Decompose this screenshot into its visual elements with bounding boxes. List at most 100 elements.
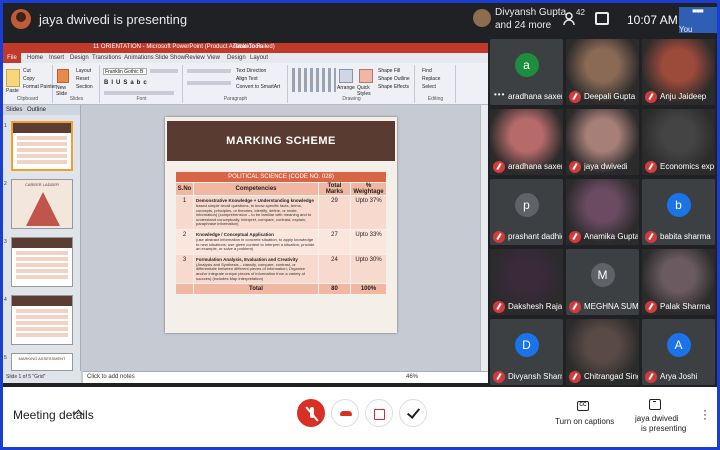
participant-tile[interactable]: Deepali Gupta (566, 39, 639, 105)
participant-tile[interactable]: Chitrangad Singh (566, 319, 639, 385)
align-buttons[interactable] (187, 81, 231, 85)
participant-tile[interactable]: Anju Jaideep (642, 39, 715, 105)
header-sno: S.No (175, 182, 194, 196)
copy-button[interactable]: Copy (23, 76, 35, 82)
more-options-icon[interactable]: · · · (703, 404, 707, 424)
notes-pane[interactable]: Click to add notes 46% (83, 371, 488, 383)
vertical-scrollbar[interactable] (480, 105, 488, 371)
list-buttons[interactable] (187, 69, 231, 73)
shape-effects-button[interactable]: Shape Effects (378, 84, 409, 90)
captions-label[interactable]: Turn on captions (555, 417, 614, 426)
tab-file[interactable]: File (3, 53, 21, 63)
thumbnail-title: CAREER LADDER (24, 182, 59, 187)
section-button[interactable]: Section (76, 84, 93, 90)
participant-more: and 24 more (495, 20, 552, 31)
font-color-row[interactable] (104, 91, 174, 95)
chat-icon[interactable] (595, 12, 609, 25)
participant-tile[interactable]: D Divyansh Sharma (490, 319, 563, 385)
tab-slides[interactable]: Slides (6, 107, 22, 113)
people-count: 42 (576, 8, 585, 17)
presenting-label-2[interactable]: is presenting (641, 424, 686, 433)
participant-tile[interactable]: Palak Sharma (642, 249, 715, 315)
slide-thumbnail-5[interactable]: MARKING ASSESSMENT (11, 353, 73, 371)
cell-marks: 27 (318, 228, 351, 255)
mic-off-icon (493, 301, 505, 313)
slide-thumbnail-3[interactable] (11, 237, 73, 287)
participant-name: Deepali Gupta (584, 92, 636, 101)
participant-name: Chitrangad Singh (584, 372, 638, 381)
cell-sno: 2 (175, 228, 194, 255)
tab-review[interactable]: Review (185, 55, 205, 61)
select-button[interactable]: Select (422, 84, 436, 90)
shapes-gallery[interactable] (292, 68, 336, 92)
tab-transitions[interactable]: Transitions (92, 55, 121, 61)
slide-thumbnail-4[interactable] (11, 295, 73, 345)
mic-off-button[interactable] (297, 399, 325, 427)
tab-layout[interactable]: Layout (250, 55, 268, 61)
check-icon[interactable] (399, 399, 427, 427)
table-row: 1 Demonstrative Knowledge + Understandin… (175, 195, 387, 230)
participant-name: aradhana saxena (508, 162, 562, 171)
tab-outline[interactable]: Outline (27, 107, 46, 113)
mic-off-icon (645, 231, 657, 243)
tab-view[interactable]: View (207, 55, 220, 61)
tab-home[interactable]: Home (27, 55, 43, 61)
presenter-avatar (11, 9, 31, 29)
header-weightage: % Weightage (350, 182, 387, 196)
align-text-button[interactable]: Align Text (236, 76, 258, 82)
layout-button[interactable]: Layout (76, 68, 91, 74)
new-slide-icon[interactable] (57, 69, 69, 83)
captions-icon[interactable]: CC (577, 401, 589, 411)
table-tools-label: Table Tools (233, 44, 263, 50)
participant-tile[interactable]: b babita sharma (642, 179, 715, 245)
replace-button[interactable]: Replace (422, 76, 440, 82)
cell-competency: Knowledge / Conceptual Application (use a… (193, 228, 319, 255)
quick-styles-icon[interactable] (359, 69, 373, 83)
font-name-field[interactable]: Franklin Gothic B (103, 68, 147, 75)
paste-icon[interactable] (6, 69, 20, 87)
tab-insert[interactable]: Insert (49, 55, 64, 61)
tab-slide-show[interactable]: Slide Show (155, 55, 185, 61)
clock: 10:07 AM (627, 13, 678, 27)
slide-thumbnail-1[interactable] (11, 121, 73, 171)
header-competencies: Competencies (193, 182, 319, 196)
camera-button[interactable] (365, 399, 393, 427)
participant-tile[interactable]: Anamika Gupta (566, 179, 639, 245)
participant-tile[interactable]: Economics expe... (642, 109, 715, 175)
participant-tile[interactable]: Dakshesh Rajal (490, 249, 563, 315)
participant-tile[interactable]: A Arya Joshi (642, 319, 715, 385)
participant-tile[interactable]: aradhana saxena (490, 109, 563, 175)
participant-tile[interactable]: a •••aradhana saxena (490, 39, 563, 105)
participant-tile[interactable]: jaya dwivedi (566, 109, 639, 175)
group-label: Editing (427, 96, 444, 102)
arrange-icon[interactable] (339, 69, 353, 83)
present-icon[interactable] (649, 399, 661, 410)
find-button[interactable]: Find (422, 68, 432, 74)
reset-button[interactable]: Reset (76, 76, 89, 82)
current-slide[interactable]: MARKING SCHEME POLITICAL SCIENCE (CODE N… (165, 117, 397, 333)
arrange-label: Arrange (337, 85, 355, 91)
presenting-label[interactable]: jaya dwivedi (635, 414, 679, 423)
format-painter-button[interactable]: Format Painter (23, 84, 56, 90)
tab-animations[interactable]: Animations (124, 55, 154, 61)
participant-name: Dakshesh Rajal (508, 302, 562, 311)
cut-button[interactable]: Cut (23, 68, 31, 74)
shape-outline-button[interactable]: Shape Outline (378, 76, 410, 82)
participant-name: Economics expe... (660, 162, 714, 171)
convert-smartart-button[interactable]: Convert to SmartArt (236, 84, 280, 90)
participant-tile[interactable]: p prashant dadhich (490, 179, 563, 245)
participant-name: Arya Joshi (660, 372, 698, 381)
slide-thumbnail-2[interactable]: CAREER LADDER (11, 179, 73, 229)
notes-placeholder: Click to add notes (87, 374, 135, 380)
participant-avatar (473, 9, 491, 27)
font-size-field[interactable] (150, 69, 178, 73)
participant-tile[interactable]: M MEGHNA SUMAN (566, 249, 639, 315)
competency-desc: (Analysis and Synthesis – classify, comp… (196, 261, 306, 281)
tab-table-design[interactable]: Design (227, 55, 246, 61)
shape-fill-button[interactable]: Shape Fill (378, 68, 400, 74)
status-bar: Slide 1 of 5 "Grid" (3, 371, 81, 383)
text-direction-button[interactable]: Text Direction (236, 68, 266, 74)
group-font: Franklin Gothic B BIUSabc Font (101, 65, 183, 103)
hang-up-button[interactable] (331, 399, 359, 427)
tab-design[interactable]: Design (70, 55, 89, 61)
